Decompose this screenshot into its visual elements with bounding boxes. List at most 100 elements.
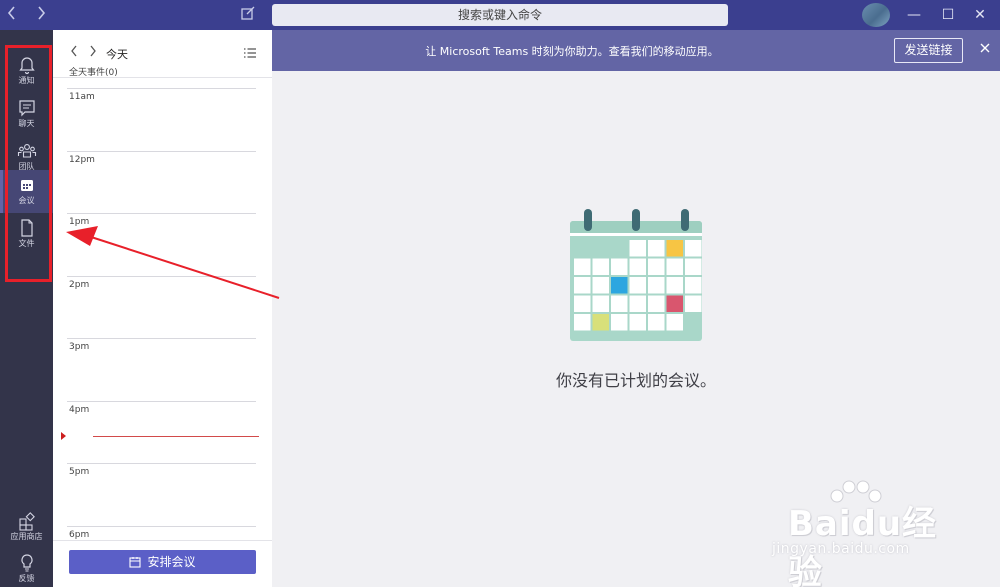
calendar-cell (666, 258, 683, 275)
time-slot[interactable]: 6pm (67, 526, 256, 540)
search-input[interactable]: 搜索或键入命令 (272, 4, 728, 26)
calendar-cell (629, 258, 646, 275)
time-slot[interactable]: 2pm (67, 276, 256, 339)
list-view-button[interactable] (243, 45, 259, 61)
time-label: 12pm (69, 155, 95, 165)
calendar-cell (666, 240, 683, 257)
calendar-cell (629, 295, 646, 312)
rail-item-label: 文件 (18, 239, 35, 248)
calendar-footer: 安排会议 (53, 540, 272, 587)
chevron-left-icon (7, 6, 15, 20)
calendar-cell (648, 258, 665, 275)
calendar-cell (629, 314, 646, 331)
calendar-cell (666, 314, 683, 331)
back-button[interactable] (2, 5, 22, 25)
calendar-cell (648, 240, 665, 257)
schedule-meeting-button[interactable]: 安排会议 (69, 550, 256, 574)
list-icon (244, 48, 256, 58)
bell-icon (18, 57, 35, 75)
rail-item-chat[interactable]: 聊天 (0, 93, 53, 136)
calendar-icon (20, 180, 33, 191)
time-label: 6pm (69, 530, 90, 540)
calendar-cell (648, 314, 665, 331)
time-label: 2pm (69, 280, 90, 290)
calendar-add-icon (129, 557, 142, 568)
rail-item-label: 应用商店 (10, 532, 43, 541)
maximize-button[interactable]: ☐ (938, 5, 958, 25)
calendar-cell (574, 258, 591, 275)
calendar-cell (592, 295, 609, 312)
rail-item-feedback[interactable]: 反馈 (0, 548, 53, 587)
send-link-button[interactable]: 发送链接 (894, 38, 963, 63)
lightbulb-icon (20, 554, 33, 572)
calendar-cell (611, 277, 628, 294)
calendar-cell (574, 277, 591, 294)
calendar-cell (685, 277, 702, 294)
calendar-cell (685, 258, 702, 275)
forward-button[interactable] (31, 5, 51, 25)
calendar-cell (685, 295, 702, 312)
time-slot[interactable]: 1pm (67, 213, 256, 276)
time-slot[interactable]: 12pm (67, 151, 256, 214)
store-icon (18, 512, 35, 531)
rail-item-label: 聊天 (18, 119, 35, 128)
calendar-cell (611, 258, 628, 275)
calendar-cell (648, 295, 665, 312)
file-icon (20, 219, 33, 237)
teams-icon (17, 144, 36, 158)
banner-text: 让 Microsoft Teams 时刻为你助力。查看我们的移动应用。 (425, 45, 719, 58)
compose-icon (241, 6, 255, 20)
calendar-cell (592, 277, 609, 294)
chevron-right-icon (90, 45, 96, 57)
calendar-cell (666, 295, 683, 312)
mobile-app-banner: 让 Microsoft Teams 时刻为你助力。查看我们的移动应用。 发送链接 (272, 30, 1000, 71)
app-rail: 通知 聊天 团队 会议 文件 应用商店 反馈 (0, 30, 53, 587)
calendar-cell (629, 277, 646, 294)
rail-item-meetings[interactable]: 会议 (0, 170, 53, 213)
time-slot[interactable]: 3pm (67, 338, 256, 401)
calendar-cell (685, 240, 702, 257)
calendar-cell (629, 240, 646, 257)
close-banner-button[interactable] (977, 41, 993, 57)
chevron-left-icon (71, 45, 77, 57)
empty-state-message: 你没有已计划的会议。 (555, 371, 716, 390)
rail-item-activity[interactable]: 通知 (0, 50, 53, 93)
calendar-cell (592, 314, 609, 331)
empty-calendar-illustration (570, 209, 702, 341)
time-label: 4pm (69, 405, 90, 415)
title-bar: 搜索或键入命令 — ☐ ✕ (0, 0, 1000, 30)
time-label: 1pm (69, 217, 90, 227)
chat-icon (18, 100, 35, 117)
prev-day-button[interactable] (69, 44, 83, 60)
rail-item-label: 通知 (18, 76, 35, 85)
calendar-cell (666, 277, 683, 294)
close-icon (980, 43, 990, 53)
current-time-line (93, 436, 259, 437)
today-label[interactable]: 今天 (106, 46, 128, 62)
time-slot[interactable]: 5pm (67, 463, 256, 526)
rail-item-store[interactable]: 应用商店 (0, 506, 53, 549)
time-label: 11am (69, 92, 95, 102)
time-label: 5pm (69, 467, 90, 477)
calendar-cell (611, 314, 628, 331)
calendar-cell (574, 314, 591, 331)
compose-button[interactable] (240, 5, 260, 25)
avatar[interactable] (862, 3, 890, 27)
close-window-button[interactable]: ✕ (970, 5, 990, 25)
calendar-cell (592, 258, 609, 275)
time-label: 3pm (69, 342, 90, 352)
calendar-panel: 今天 全天事件(0) 11am 12pm 1pm 2pm 3pm 4pm 5pm… (53, 30, 272, 587)
minimize-button[interactable]: — (904, 5, 924, 25)
rail-item-files[interactable]: 文件 (0, 213, 53, 256)
next-day-button[interactable] (88, 44, 102, 60)
all-day-events[interactable]: 全天事件(0) (69, 65, 118, 78)
calendar-cell (574, 295, 591, 312)
time-slot[interactable]: 4pm (67, 401, 256, 464)
chevron-right-icon (38, 6, 46, 20)
time-slot[interactable]: 11am (67, 88, 256, 151)
current-time-marker (61, 432, 66, 440)
calendar-header: 今天 全天事件(0) (53, 30, 272, 78)
meetings-main: 你没有已计划的会议。 (272, 71, 1000, 587)
calendar-cell (648, 277, 665, 294)
calendar-cell (611, 295, 628, 312)
